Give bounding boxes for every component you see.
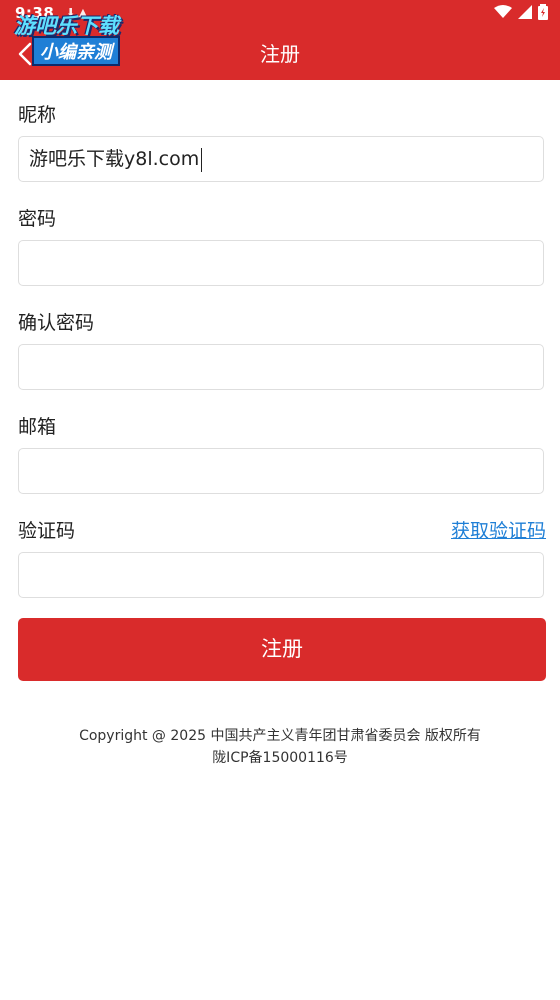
email-input[interactable] — [18, 448, 544, 494]
battery-icon — [538, 4, 548, 20]
wifi-icon — [494, 5, 512, 18]
status-indicators — [494, 4, 548, 20]
text-caret — [201, 147, 203, 172]
confirm-password-input[interactable] — [18, 344, 544, 390]
copyright-text: Copyright @ 2025 中国共产主义青年团甘肃省委员会 版权所有 — [79, 728, 481, 744]
email-label: 邮箱 — [18, 416, 57, 438]
header-bar: 9:38 ⬇ ▲ 游吧乐下载 小编亲测 注册 — [0, 0, 560, 80]
signal-icon — [518, 5, 532, 19]
get-code-link[interactable]: 获取验证码 — [451, 516, 546, 543]
code-label: 验证码 — [18, 520, 76, 542]
register-button[interactable]: 注册 — [18, 618, 546, 681]
page-title: 注册 — [260, 42, 300, 66]
nickname-input[interactable]: 游吧乐下载y8l.com — [18, 136, 544, 182]
password-label: 密码 — [18, 208, 57, 230]
confirm-password-label: 确认密码 — [18, 312, 95, 334]
nickname-label: 昵称 — [18, 104, 57, 126]
password-input[interactable] — [18, 240, 544, 286]
nickname-value: 游吧乐下载y8l.com — [29, 148, 200, 170]
code-input[interactable] — [18, 552, 544, 598]
icp-text: 陇ICP备15000116号 — [212, 750, 348, 766]
